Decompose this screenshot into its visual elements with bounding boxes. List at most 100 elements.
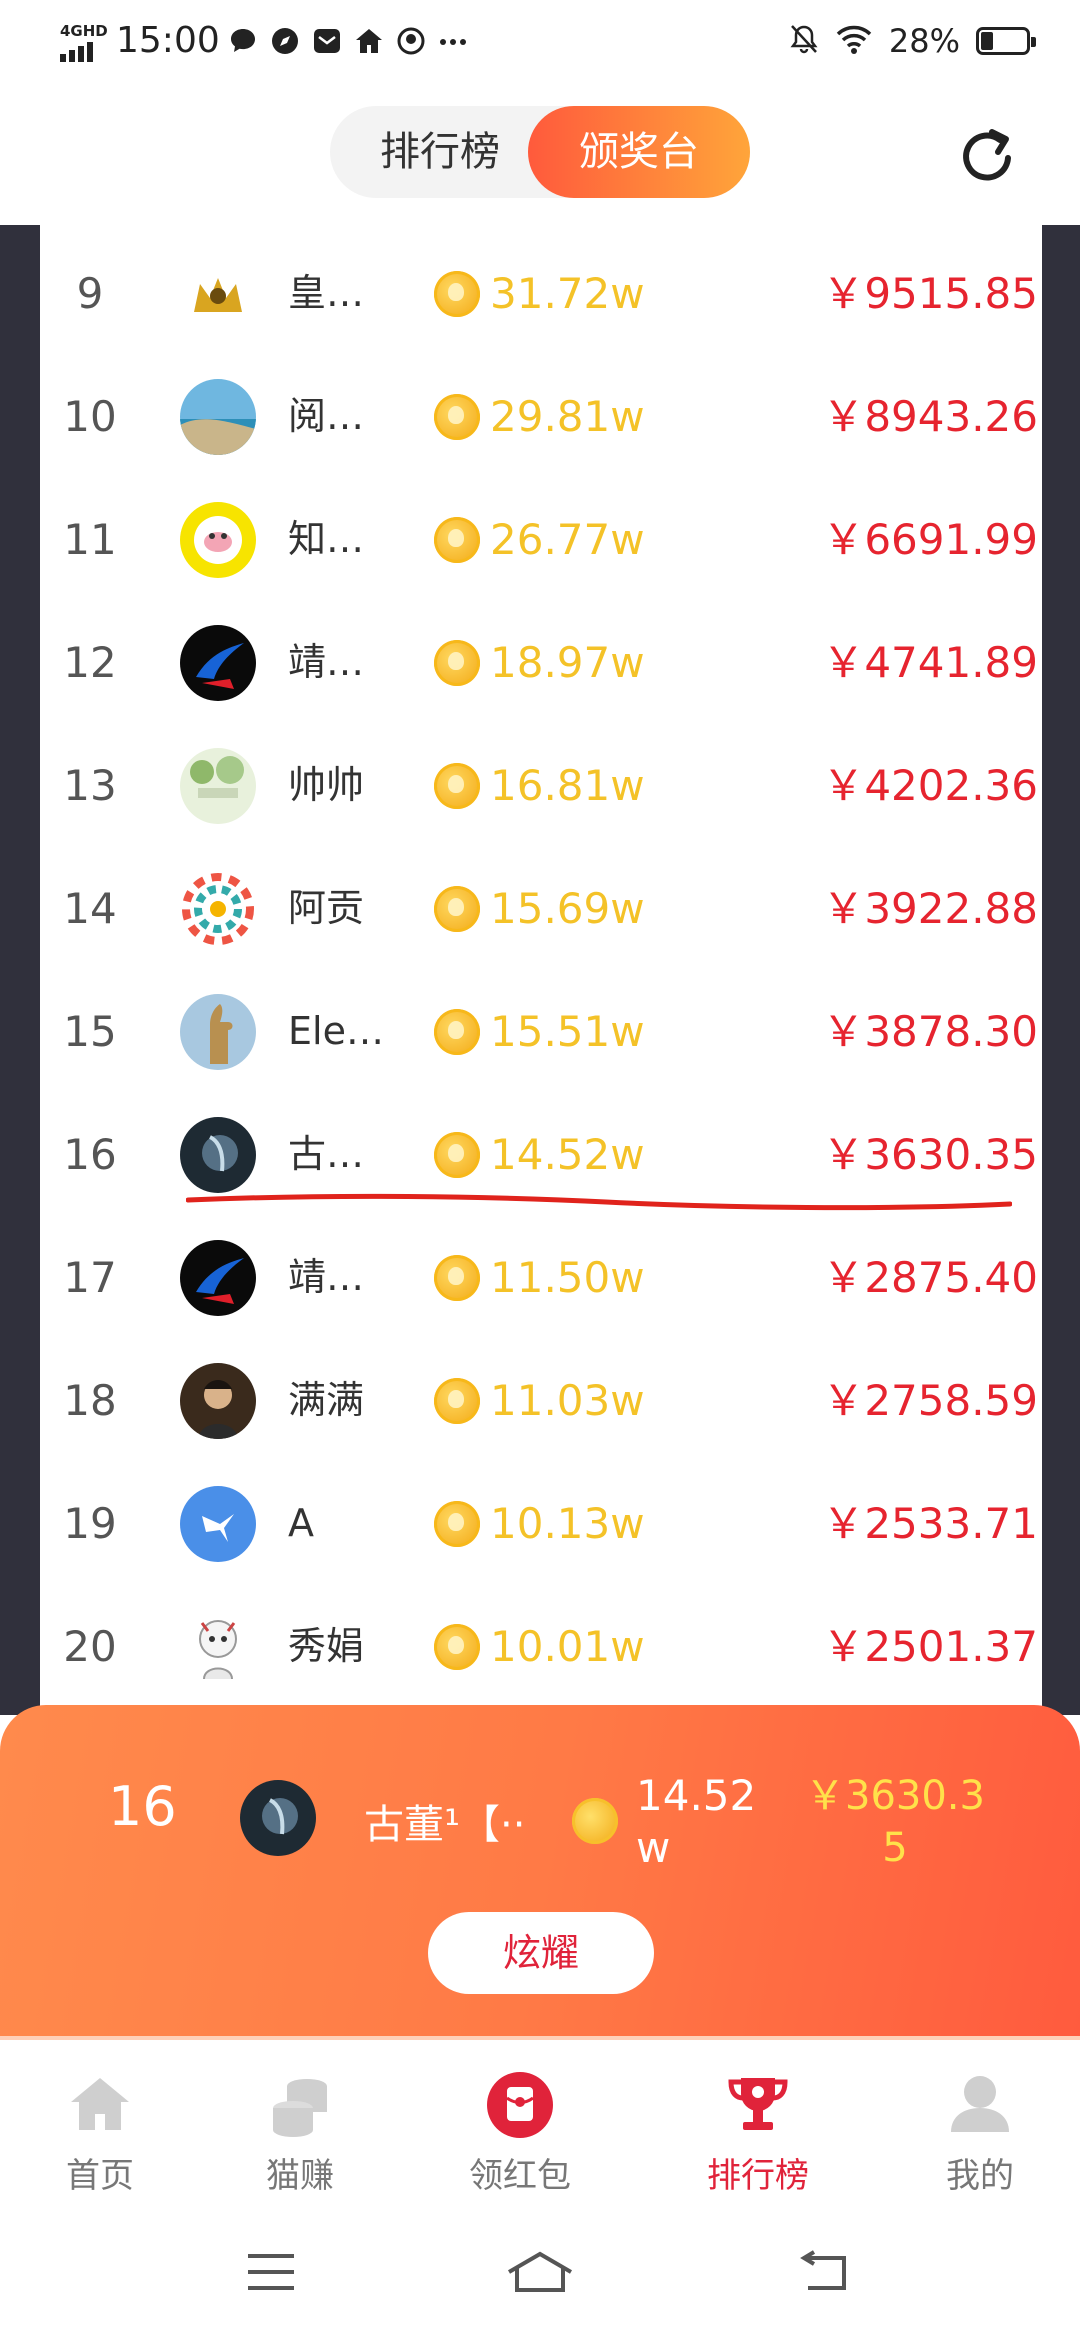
user-name: 阿贡 [288,886,365,930]
leaderboard-row[interactable]: 14 阿贡 15.69w ￥3922.88 [0,847,1080,970]
cash-amount: ￥4202.36 [822,761,1038,810]
cash-amount: ￥2533.71 [822,1499,1038,1548]
trophy-icon [723,2070,793,2140]
rank-number: 17 [63,1253,117,1302]
chat-bubble-icon [228,26,258,56]
coin-amount: 11.03w [490,1376,645,1425]
user-name: 帅帅 [288,763,365,807]
rank-number: 13 [63,761,117,810]
coin-icon [434,1255,480,1301]
avatar[interactable] [180,994,256,1070]
mute-bell-icon [789,23,819,59]
nav-cat-earn[interactable]: 猫赚 [215,2040,385,2210]
user-icon [945,2070,1015,2140]
user-name: 秀娟 [288,1624,365,1668]
tab-leaderboard[interactable]: 排行榜 [330,106,550,198]
coin-icon [434,886,480,932]
cash-amount: ￥3878.30 [822,1007,1038,1056]
leaderboard-row[interactable]: 11 知… 26.77w ￥6691.99 [0,478,1080,601]
my-avatar [240,1780,316,1856]
leaderboard-row[interactable]: 10 阅… 29.81w ￥8943.26 [0,355,1080,478]
coin-amount: 26.77w [490,515,645,564]
coin-icon [572,1798,618,1844]
nav-me-label: 我的 [946,2156,1014,2196]
leaderboard-row[interactable]: 15 Ele… 15.51w ￥3878.30 [0,970,1080,1093]
avatar[interactable] [180,1240,256,1316]
user-name: 阅… [288,394,365,438]
refresh-icon[interactable] [952,120,1022,190]
more-dots-icon [438,26,468,56]
rank-number: 11 [63,515,117,564]
my-coins: 14.52w [636,1771,757,1872]
leaderboard-row[interactable]: 13 帅帅 16.81w ￥4202.36 [0,724,1080,847]
rank-number: 14 [63,884,117,933]
leaderboard-row[interactable]: 19 A 10.13w ￥2533.71 [0,1462,1080,1585]
home-app-icon [354,26,384,56]
avatar[interactable] [180,748,256,824]
user-name: Ele… [288,1009,384,1053]
avatar[interactable] [180,256,256,332]
header: 排行榜 颁奖台 [0,90,1080,225]
app-screen: 4GHD 15:00 28% 排行榜 颁奖台 9 皇… 31.72w ￥9515… [0,0,1080,2340]
avatar[interactable] [180,1363,256,1439]
coin-amount: 15.69w [490,884,645,933]
rank-number: 12 [63,638,117,687]
leaderboard-row[interactable]: 9 皇… 31.72w ￥9515.85 [0,232,1080,355]
nav-red-envelope[interactable]: 领红包 [435,2040,605,2210]
cash-amount: ￥2875.40 [822,1253,1038,1302]
show-off-button[interactable]: 炫耀 [428,1912,654,1994]
user-name: 满满 [288,1378,365,1422]
cash-amount: ￥2501.37 [822,1622,1038,1671]
user-name: A [288,1501,314,1545]
back-icon[interactable] [796,2250,852,2294]
leaderboard-row[interactable]: 12 靖… 18.97w ￥4741.89 [0,601,1080,724]
compass-icon [270,26,300,56]
system-navigation-bar [0,2210,1080,2340]
coin-icon [434,1132,480,1178]
avatar[interactable] [180,379,256,455]
nav-me[interactable]: 我的 [895,2040,1065,2210]
leaderboard-row[interactable]: 18 满满 11.03w ￥2758.59 [0,1339,1080,1462]
leaderboard-row[interactable]: 17 靖… 11.50w ￥2875.40 [0,1216,1080,1339]
cash-amount: ￥2758.59 [822,1376,1038,1425]
nav-cat-earn-label: 猫赚 [266,2156,334,2196]
menu-icon[interactable] [244,2250,298,2294]
notification-icons [228,26,468,56]
tab-award-stage[interactable]: 颁奖台 [528,106,750,198]
status-bar: 4GHD 15:00 28% [0,0,1080,90]
signal-indicator: 4GHD [58,22,108,62]
user-name: 皇… [288,271,365,315]
coin-amount: 11.50w [490,1253,645,1302]
coin-icon [434,763,480,809]
avatar[interactable] [180,871,256,947]
status-right: 28% [789,22,1036,60]
leaderboard-row[interactable]: 20 秀娟 10.01w ￥2501.37 [0,1585,1080,1708]
rank-number: 10 [63,392,117,441]
avatar[interactable] [180,502,256,578]
coin-amount: 15.51w [490,1007,645,1056]
cash-amount: ￥6691.99 [822,515,1038,564]
red-envelope-icon [485,2070,555,2140]
nav-leaderboard[interactable]: 排行榜 [673,2040,843,2210]
coin-amount: 10.13w [490,1499,645,1548]
battery-fill [981,32,993,50]
cash-amount: ￥4741.89 [822,638,1038,687]
coin-icon [434,1501,480,1547]
avatar[interactable] [180,625,256,701]
coin-amount: 29.81w [490,392,645,441]
nav-home-label: 首页 [66,2156,134,2196]
avatar[interactable] [180,1609,256,1685]
coin-icon [434,1624,480,1670]
system-home-icon[interactable] [505,2250,575,2294]
avatar[interactable] [180,1486,256,1562]
rank-number: 19 [63,1499,117,1548]
coin-amount: 18.97w [490,638,645,687]
hand-drawn-underline [186,1193,1012,1211]
coin-icon [434,1378,480,1424]
nav-home[interactable]: 首页 [15,2040,185,2210]
assistant-icon [396,26,426,56]
tab-switcher: 排行榜 颁奖台 [330,106,750,198]
coin-amount: 10.01w [490,1622,645,1671]
cash-amount: ￥9515.85 [822,269,1038,318]
avatar[interactable] [180,1117,256,1193]
